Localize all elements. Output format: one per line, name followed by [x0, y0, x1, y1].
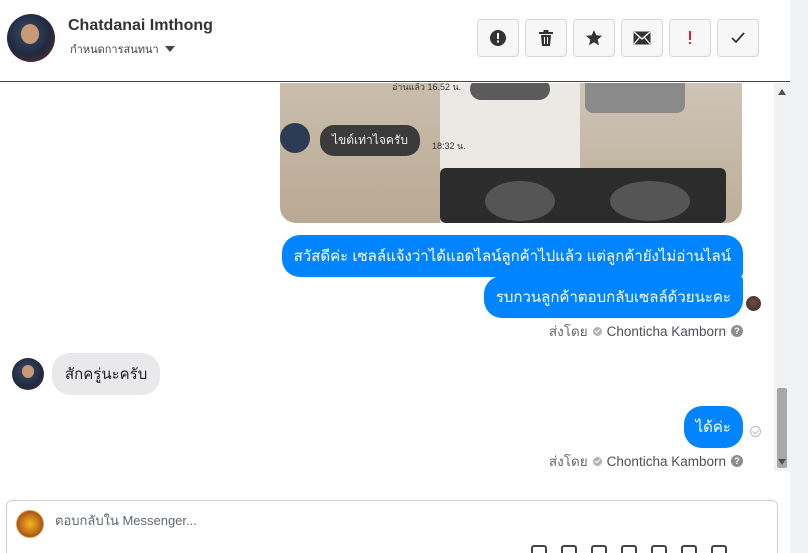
sent-by-info: ส่งโดย Chonticha Kamborn ?: [549, 320, 743, 342]
image-attachment[interactable]: ไขต์เท่าไจครับ 18:32 น. อ่านแล้ว 16.52 น…: [280, 83, 742, 223]
incoming-message[interactable]: สักครู่นะครับ: [52, 353, 161, 395]
help-icon[interactable]: ?: [731, 325, 743, 337]
seen-avatar: [746, 296, 761, 311]
page-avatar: [16, 510, 44, 538]
spam-report-icon: [490, 30, 506, 46]
attachment-icon[interactable]: [531, 545, 547, 553]
conversation-header: Chatdanai Imthong กำหนดการสนทนา: [0, 0, 790, 82]
sent-by-prefix: ส่งโดย: [548, 454, 588, 469]
photo-wheel: [610, 181, 690, 221]
thread-scrollbar[interactable]: [774, 83, 790, 471]
delete-button[interactable]: [525, 19, 567, 57]
reply-input[interactable]: [55, 513, 655, 528]
scrollbar-thumb[interactable]: [777, 388, 787, 468]
mark-unread-button[interactable]: [621, 19, 663, 57]
agent-name[interactable]: Chonticha Kamborn: [607, 324, 726, 339]
exclamation-icon: [689, 31, 691, 44]
contact-name[interactable]: Chatdanai Imthong: [68, 17, 213, 35]
verified-check-icon: [592, 456, 602, 466]
envelope-icon: [633, 31, 651, 45]
star-button[interactable]: [573, 19, 615, 57]
emoji-icon[interactable]: [621, 545, 637, 553]
outgoing-message[interactable]: ได้ค่ะ: [683, 406, 743, 448]
photo-time: 18:32 น.: [432, 141, 466, 151]
composer-tools: [531, 545, 727, 553]
photo-car: [470, 83, 550, 100]
photo-avatar: [280, 123, 310, 153]
outgoing-message[interactable]: สวัสดีค่ะ เซลล์แจ้งว่าได้แอดไลน์ลูกค้าไป…: [281, 235, 743, 277]
caret-down-icon: [164, 46, 175, 52]
trash-icon: [539, 30, 553, 46]
messenger-conversation-view: Chatdanai Imthong กำหนดการสนทนา ไขต์เท่า…: [0, 0, 808, 553]
reply-composer: [6, 500, 778, 553]
gif-icon[interactable]: [591, 545, 607, 553]
outgoing-message[interactable]: รบกวนลูกค้าตอบกลับเซลล์ด้วยนะคะ: [483, 276, 743, 318]
photo-read-receipt: อ่านแล้ว 16.52 น.: [392, 83, 462, 92]
contact-avatar[interactable]: [7, 14, 55, 62]
more-icon[interactable]: [711, 545, 727, 553]
scroll-up-arrow-icon[interactable]: [778, 89, 786, 95]
follow-up-button[interactable]: [669, 19, 711, 57]
incoming-message-row: สักครู่นะครับ: [12, 353, 161, 395]
sent-status-icon: [750, 426, 761, 437]
like-icon[interactable]: [651, 545, 667, 553]
mark-done-button[interactable]: [717, 19, 759, 57]
help-icon[interactable]: ?: [731, 455, 743, 467]
sent-by-prefix: ส่งโดย: [548, 324, 588, 339]
photo-chat-bubble: ไขต์เท่าไจครับ: [320, 125, 420, 156]
star-icon: [586, 30, 602, 46]
sticker-icon[interactable]: [561, 545, 577, 553]
contact-avatar-small[interactable]: [12, 358, 44, 390]
conversation-label-dropdown[interactable]: กำหนดการสนทนา: [70, 40, 175, 58]
photo-wheel: [485, 181, 555, 221]
conversation-label-text: กำหนดการสนทนา: [70, 44, 159, 56]
agent-name[interactable]: Chonticha Kamborn: [607, 454, 726, 469]
spam-report-button[interactable]: [477, 19, 519, 57]
window-edge: [790, 0, 808, 553]
message-thread: ไขต์เท่าไจครับ 18:32 น. อ่านแล้ว 16.52 น…: [0, 83, 774, 483]
conversation-toolbar: [477, 19, 759, 57]
photo-car: [585, 83, 685, 113]
scroll-down-arrow-icon[interactable]: [778, 459, 786, 465]
verified-check-icon: [592, 326, 602, 336]
sent-by-info: ส่งโดย Chonticha Kamborn ?: [549, 450, 743, 472]
check-icon: [731, 32, 745, 44]
saved-replies-icon[interactable]: [681, 545, 697, 553]
